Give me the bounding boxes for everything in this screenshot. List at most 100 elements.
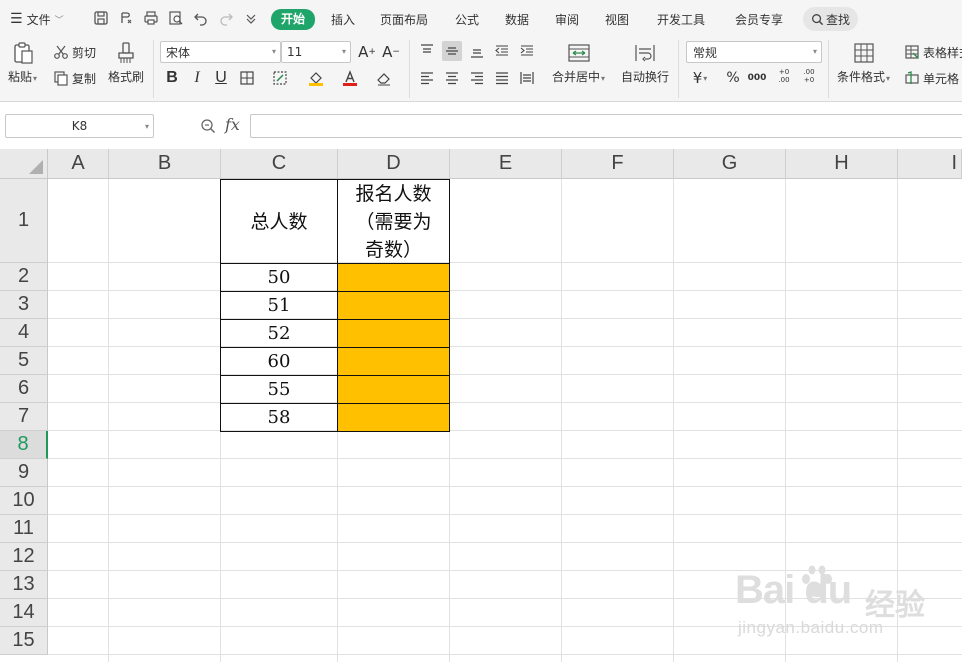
row-header-14[interactable]: 14 xyxy=(0,599,48,627)
cell-C7[interactable]: 58 xyxy=(220,403,338,432)
cell-D5[interactable] xyxy=(337,347,450,376)
font-color-icon[interactable] xyxy=(340,68,360,88)
tab-membership[interactable]: 会员专享 xyxy=(735,10,783,30)
row-header-15[interactable]: 15 xyxy=(0,627,48,655)
align-left-icon[interactable] xyxy=(417,68,437,88)
cell-D6[interactable] xyxy=(337,375,450,404)
fill-color-icon[interactable] xyxy=(306,68,326,88)
tab-review[interactable]: 审阅 xyxy=(555,10,579,30)
column-header-F[interactable]: F xyxy=(562,149,674,179)
align-right-icon[interactable] xyxy=(467,68,487,88)
row-header-3[interactable]: 3 xyxy=(0,291,48,319)
row-header-12[interactable]: 12 xyxy=(0,543,48,571)
search-button[interactable]: 查找 xyxy=(803,7,858,31)
merge-center-button[interactable]: 合并居中▾ xyxy=(552,40,605,85)
formula-input[interactable] xyxy=(250,114,962,138)
italic-button[interactable]: I xyxy=(187,68,207,88)
dropdown-arrow-icon: ▾ xyxy=(144,121,149,131)
align-middle-icon[interactable] xyxy=(442,41,462,61)
row-header-7[interactable]: 7 xyxy=(0,403,48,431)
bold-button[interactable]: B xyxy=(162,68,182,88)
cell-D7[interactable] xyxy=(337,403,450,432)
print-preview-icon[interactable] xyxy=(167,9,185,27)
decrease-font-icon[interactable]: A − xyxy=(381,42,401,62)
cell-D1[interactable]: 报名人数 （需要为 奇数） xyxy=(337,179,450,264)
increase-indent-icon[interactable] xyxy=(517,41,537,61)
row-header-2[interactable]: 2 xyxy=(0,263,48,291)
row-header-9[interactable]: 9 xyxy=(0,459,48,487)
row-header-1[interactable]: 1 xyxy=(0,179,48,263)
save-icon[interactable] xyxy=(92,9,110,27)
column-header-H[interactable]: H xyxy=(786,149,898,179)
cell-C5[interactable]: 60 xyxy=(220,347,338,376)
column-header-B[interactable]: B xyxy=(109,149,221,179)
increase-decimal-button[interactable]: +0 .00 xyxy=(773,66,795,86)
row-header-10[interactable]: 10 xyxy=(0,487,48,515)
number-format-select[interactable]: 常规 ▾ xyxy=(686,41,822,63)
row-header-6[interactable]: 6 xyxy=(0,375,48,403)
column-header-A[interactable]: A xyxy=(48,149,109,179)
column-header-E[interactable]: E xyxy=(450,149,562,179)
row-header-5[interactable]: 5 xyxy=(0,347,48,375)
conditional-format-button[interactable]: 条件格式▾ xyxy=(837,40,890,85)
zoom-icon[interactable] xyxy=(200,118,216,134)
row-header-13[interactable]: 13 xyxy=(0,571,48,599)
distributed-align-icon[interactable] xyxy=(517,68,537,88)
cut-button[interactable]: 剪切 xyxy=(53,42,96,62)
cell-D3[interactable] xyxy=(337,291,450,320)
percent-button[interactable]: % xyxy=(723,68,743,88)
font-name-select[interactable]: 宋体 ▾ xyxy=(160,41,281,63)
align-top-icon[interactable] xyxy=(417,41,437,61)
row-header-4[interactable]: 4 xyxy=(0,319,48,347)
currency-button[interactable]: ¥ ▾ xyxy=(690,68,710,88)
cell-C6[interactable]: 55 xyxy=(220,375,338,404)
redo-icon[interactable] xyxy=(217,9,235,27)
wrap-text-button[interactable]: 自动换行 xyxy=(621,40,669,85)
print-icon[interactable] xyxy=(142,9,160,27)
align-center-icon[interactable] xyxy=(442,68,462,88)
tab-page-layout[interactable]: 页面布局 xyxy=(380,10,428,30)
name-box[interactable]: K8 ▾ xyxy=(5,114,154,138)
cell-style-button[interactable]: 单元格 xyxy=(904,68,959,88)
undo-icon[interactable] xyxy=(192,9,210,27)
cell-C3[interactable]: 51 xyxy=(220,291,338,320)
thousands-separator-button[interactable]: 000 xyxy=(747,68,767,88)
fill-pattern-icon[interactable] xyxy=(270,68,290,88)
cell-D2[interactable] xyxy=(337,263,450,292)
copy-button[interactable]: 复制 xyxy=(53,68,96,88)
justify-icon[interactable] xyxy=(492,68,512,88)
file-menu[interactable]: ☰ 文件 ﹀ xyxy=(10,9,64,29)
column-header-I[interactable]: I xyxy=(898,149,962,179)
insert-function-button[interactable]: fx xyxy=(225,115,240,134)
cell-C1[interactable]: 总人数 xyxy=(220,179,338,264)
cell-C4[interactable]: 52 xyxy=(220,319,338,348)
font-size-select[interactable]: 11 ▾ xyxy=(281,41,351,63)
column-header-D[interactable]: D xyxy=(338,149,450,179)
column-header-G[interactable]: G xyxy=(674,149,786,179)
clear-format-icon[interactable] xyxy=(374,68,394,88)
tab-data[interactable]: 数据 xyxy=(505,10,529,30)
cell-D4[interactable] xyxy=(337,319,450,348)
increase-font-icon[interactable]: A + xyxy=(357,42,377,62)
tab-developer[interactable]: 开发工具 xyxy=(657,10,705,30)
row-header-8[interactable]: 8 xyxy=(0,431,48,459)
table-style-button[interactable]: 表格样式 xyxy=(904,42,962,62)
format-painter-button[interactable]: 格式刷 xyxy=(108,40,144,85)
select-all-corner[interactable] xyxy=(0,149,48,179)
align-bottom-icon[interactable] xyxy=(467,41,487,61)
row-header-11[interactable]: 11 xyxy=(0,515,48,543)
file-menu-label: 文件 xyxy=(26,12,51,27)
tab-formulas[interactable]: 公式 xyxy=(455,10,479,30)
decrease-indent-icon[interactable] xyxy=(492,41,512,61)
customize-toolbar-icon[interactable] xyxy=(242,9,260,27)
underline-button[interactable]: U xyxy=(211,68,231,88)
export-icon[interactable] xyxy=(117,9,135,27)
tab-view[interactable]: 视图 xyxy=(605,10,629,30)
column-header-C[interactable]: C xyxy=(221,149,338,179)
paste-button[interactable]: 粘贴▾ xyxy=(8,40,37,85)
borders-icon[interactable] xyxy=(237,68,257,88)
tab-insert[interactable]: 插入 xyxy=(331,10,355,30)
cell-C2[interactable]: 50 xyxy=(220,263,338,292)
decrease-decimal-button[interactable]: .00 +0 xyxy=(798,66,820,86)
tab-home[interactable]: 开始 xyxy=(271,9,316,30)
